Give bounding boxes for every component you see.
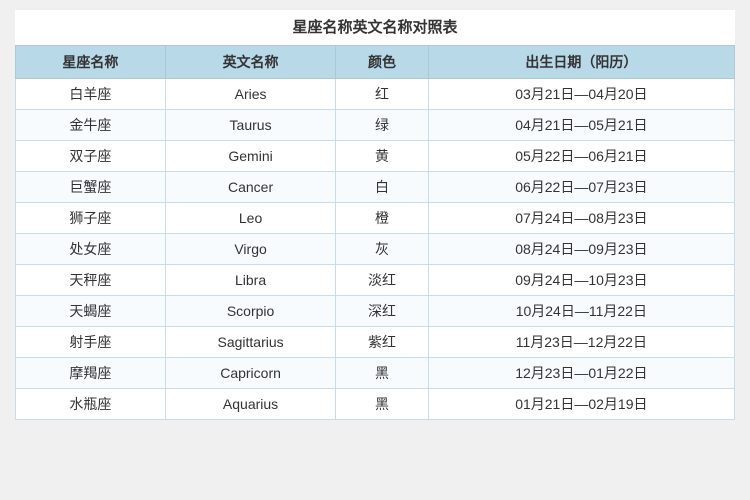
table-row: 双子座Gemini黄05月22日—06月21日 [16, 141, 735, 172]
table-row: 射手座Sagittarius紫红11月23日—12月22日 [16, 327, 735, 358]
table-row: 白羊座Aries红03月21日—04月20日 [16, 79, 735, 110]
table-row: 狮子座Leo橙07月24日—08月23日 [16, 203, 735, 234]
cell-color: 紫红 [336, 327, 428, 358]
cell-chinese: 天秤座 [16, 265, 166, 296]
cell-chinese: 金牛座 [16, 110, 166, 141]
cell-english: Gemini [165, 141, 336, 172]
cell-color: 绿 [336, 110, 428, 141]
col-header-english: 英文名称 [165, 46, 336, 79]
cell-dates: 06月22日—07月23日 [428, 172, 734, 203]
cell-color: 灰 [336, 234, 428, 265]
cell-english: Aries [165, 79, 336, 110]
cell-color: 黑 [336, 389, 428, 420]
cell-chinese: 摩羯座 [16, 358, 166, 389]
cell-english: Aquarius [165, 389, 336, 420]
table-row: 摩羯座Capricorn黑12月23日—01月22日 [16, 358, 735, 389]
cell-color: 白 [336, 172, 428, 203]
table-header-row: 星座名称 英文名称 颜色 出生日期（阳历） [16, 46, 735, 79]
cell-dates: 12月23日—01月22日 [428, 358, 734, 389]
cell-chinese: 天蝎座 [16, 296, 166, 327]
cell-color: 黄 [336, 141, 428, 172]
table-row: 天蝎座Scorpio深红10月24日—11月22日 [16, 296, 735, 327]
cell-chinese: 射手座 [16, 327, 166, 358]
table-row: 水瓶座Aquarius黑01月21日—02月19日 [16, 389, 735, 420]
cell-english: Libra [165, 265, 336, 296]
table-row: 金牛座Taurus绿04月21日—05月21日 [16, 110, 735, 141]
cell-english: Sagittarius [165, 327, 336, 358]
cell-dates: 10月24日—11月22日 [428, 296, 734, 327]
cell-english: Taurus [165, 110, 336, 141]
cell-english: Capricorn [165, 358, 336, 389]
cell-dates: 05月22日—06月21日 [428, 141, 734, 172]
cell-english: Cancer [165, 172, 336, 203]
page-title: 星座名称英文名称对照表 [15, 10, 735, 45]
cell-chinese: 狮子座 [16, 203, 166, 234]
cell-color: 橙 [336, 203, 428, 234]
cell-chinese: 处女座 [16, 234, 166, 265]
cell-chinese: 巨蟹座 [16, 172, 166, 203]
cell-dates: 03月21日—04月20日 [428, 79, 734, 110]
cell-color: 淡红 [336, 265, 428, 296]
cell-dates: 04月21日—05月21日 [428, 110, 734, 141]
col-header-dates: 出生日期（阳历） [428, 46, 734, 79]
table-row: 天秤座Libra淡红09月24日—10月23日 [16, 265, 735, 296]
cell-dates: 08月24日—09月23日 [428, 234, 734, 265]
cell-chinese: 水瓶座 [16, 389, 166, 420]
cell-english: Scorpio [165, 296, 336, 327]
cell-english: Virgo [165, 234, 336, 265]
main-container: 星座名称英文名称对照表 星座名称 英文名称 颜色 出生日期（阳历） 白羊座Ari… [15, 10, 735, 420]
table-row: 巨蟹座Cancer白06月22日—07月23日 [16, 172, 735, 203]
cell-dates: 07月24日—08月23日 [428, 203, 734, 234]
cell-color: 深红 [336, 296, 428, 327]
cell-dates: 01月21日—02月19日 [428, 389, 734, 420]
zodiac-table: 星座名称 英文名称 颜色 出生日期（阳历） 白羊座Aries红03月21日—04… [15, 45, 735, 420]
cell-dates: 09月24日—10月23日 [428, 265, 734, 296]
table-row: 处女座Virgo灰08月24日—09月23日 [16, 234, 735, 265]
col-header-color: 颜色 [336, 46, 428, 79]
cell-chinese: 白羊座 [16, 79, 166, 110]
cell-color: 黑 [336, 358, 428, 389]
cell-chinese: 双子座 [16, 141, 166, 172]
cell-color: 红 [336, 79, 428, 110]
cell-english: Leo [165, 203, 336, 234]
cell-dates: 11月23日—12月22日 [428, 327, 734, 358]
col-header-chinese: 星座名称 [16, 46, 166, 79]
